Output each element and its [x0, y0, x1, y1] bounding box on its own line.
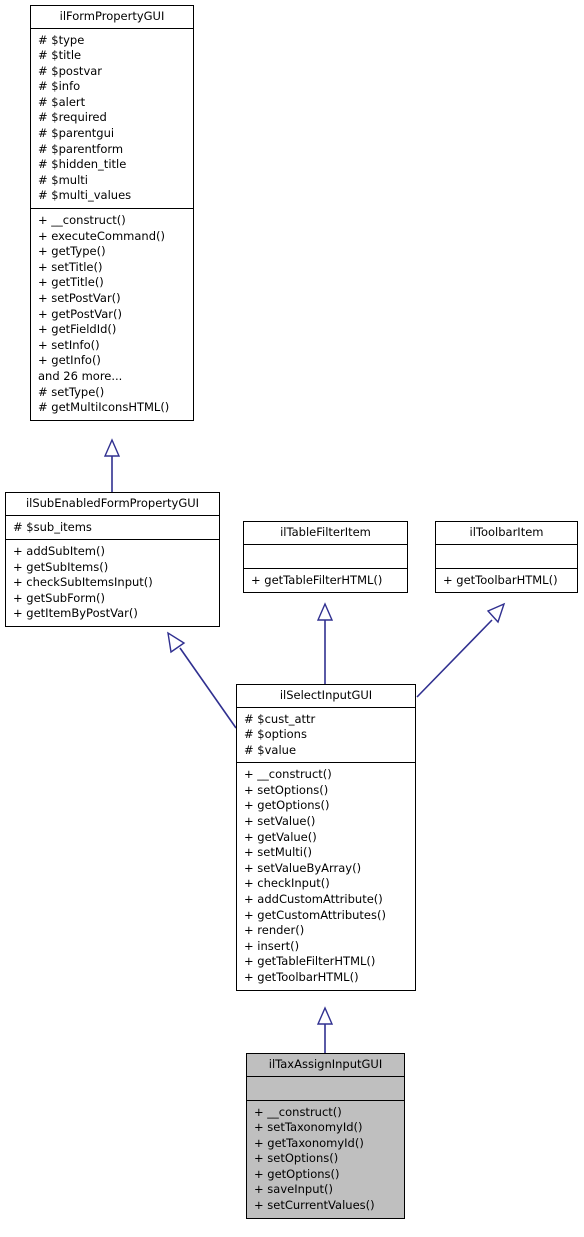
- method: + getValue(): [244, 829, 317, 844]
- class-title: ilTableFilterItem: [280, 525, 371, 539]
- methods-compartment: + __construct() + setOptions() + getOpti…: [237, 762, 415, 989]
- attribute: # $hidden_title: [38, 157, 127, 172]
- method: + setValue(): [244, 814, 316, 829]
- method: + getInfo(): [38, 353, 101, 368]
- attributes-compartment: [436, 543, 577, 568]
- class-box-ilformpropertygui[interactable]: ilFormPropertyGUI # $type # $title # $po…: [30, 5, 194, 421]
- attribute: # $value: [244, 742, 297, 757]
- methods-compartment: + __construct() + setTaxonomyId() + getT…: [247, 1099, 404, 1218]
- method: + setInfo(): [38, 337, 100, 352]
- attribute: # $parentgui: [38, 126, 115, 141]
- edge-selectinput-to-subenabled: [167, 631, 237, 729]
- attribute: # $multi_values: [38, 188, 132, 203]
- method: + addCustomAttribute(): [244, 892, 383, 907]
- method: + getItemByPostVar(): [13, 606, 138, 621]
- method: + getType(): [38, 244, 106, 259]
- method: + insert(): [244, 938, 300, 953]
- class-title: ilSubEnabledFormPropertyGUI: [25, 496, 200, 510]
- method: # getMultiIconsHTML(): [38, 400, 170, 415]
- class-box-ilsubenabledformpropertygui[interactable]: ilSubEnabledFormPropertyGUI # $sub_items…: [5, 492, 220, 628]
- class-title: ilFormPropertyGUI: [59, 9, 165, 23]
- methods-compartment: + addSubItem() + getSubItems() + checkSu…: [6, 539, 219, 626]
- attribute: # $cust_attr: [244, 711, 316, 726]
- edge-subenabled-to-formproperty: [103, 438, 121, 492]
- class-box-iltoolbaritem[interactable]: ilToolbarItem + getToolbarHTML(): [435, 521, 578, 594]
- attribute: # $sub_items: [13, 519, 92, 534]
- method: + checkInput(): [244, 876, 330, 891]
- class-box-ilselectinputgui[interactable]: ilSelectInputGUI # $cust_attr # $options…: [236, 684, 416, 991]
- uml-class-diagram: ilFormPropertyGUI # $type # $title # $po…: [0, 0, 584, 1237]
- method: + getTaxonomyId(): [254, 1135, 364, 1150]
- method: + setValueByArray(): [244, 860, 362, 875]
- method: + setOptions(): [244, 782, 329, 797]
- method: + setCurrentValues(): [254, 1198, 375, 1213]
- class-box-iltaxassigninputgui[interactable]: ilTaxAssignInputGUI + __construct() + se…: [246, 1053, 405, 1219]
- method: + getToolbarHTML(): [443, 572, 558, 587]
- class-box-iltablefilteritem[interactable]: ilTableFilterItem + getTableFilterHTML(): [243, 521, 408, 594]
- method: + executeCommand(): [38, 228, 165, 243]
- attribute: # $parentform: [38, 141, 124, 156]
- method: + __construct(): [254, 1104, 342, 1119]
- class-title: ilSelectInputGUI: [279, 688, 373, 702]
- methods-compartment: + getToolbarHTML(): [436, 567, 577, 593]
- attribute: # $alert: [38, 94, 86, 109]
- more-members-note: and 26 more...: [38, 368, 123, 383]
- method: + setPostVar(): [38, 291, 121, 305]
- attribute: # $options: [244, 727, 307, 742]
- attribute: # $required: [38, 110, 107, 125]
- method: + getTableFilterHTML(): [251, 572, 383, 587]
- method: + getPostVar(): [38, 306, 122, 321]
- method: + __construct(): [244, 767, 332, 782]
- method: + getSubForm(): [13, 590, 106, 605]
- method: + getTableFilterHTML(): [244, 954, 376, 969]
- method: + addSubItem(): [13, 544, 105, 559]
- method: + setOptions(): [254, 1151, 339, 1166]
- attribute: # $type: [38, 32, 85, 47]
- method: + render(): [244, 923, 305, 938]
- attribute: # $title: [38, 48, 82, 63]
- attributes-compartment: [244, 543, 407, 568]
- methods-compartment: + getTableFilterHTML(): [244, 567, 407, 593]
- method: + __construct(): [38, 213, 126, 228]
- attribute: # $multi: [38, 172, 88, 187]
- method: + getToolbarHTML(): [244, 970, 359, 984]
- attributes-compartment: [247, 1075, 404, 1100]
- class-title: ilToolbarItem: [469, 525, 544, 539]
- method: + getTitle(): [38, 275, 104, 290]
- attributes-compartment: # $type # $title # $postvar # $info # $a…: [31, 27, 193, 209]
- method: + checkSubItemsInput(): [13, 575, 153, 590]
- method: + getOptions(): [254, 1166, 340, 1181]
- method: + getCustomAttributes(): [244, 907, 386, 922]
- attributes-compartment: # $sub_items: [6, 514, 219, 540]
- method: + saveInput(): [254, 1182, 333, 1197]
- edge-selectinput-to-tablefilter: [316, 602, 334, 684]
- attribute: # $info: [38, 79, 81, 94]
- attribute: # $postvar: [38, 63, 103, 78]
- edge-selectinput-to-toolbaritem: [416, 602, 506, 698]
- method: + getFieldId(): [38, 322, 117, 337]
- method: + getSubItems(): [13, 559, 109, 574]
- method: + setTitle(): [38, 259, 103, 274]
- method: + setMulti(): [244, 845, 312, 860]
- methods-compartment: + __construct() + executeCommand() + get…: [31, 208, 193, 420]
- method: + getOptions(): [244, 798, 330, 813]
- method: + setTaxonomyId(): [254, 1120, 363, 1135]
- attributes-compartment: # $cust_attr # $options # $value: [237, 706, 415, 763]
- edge-taxassign-to-selectinput: [316, 1006, 334, 1053]
- method: # setType(): [38, 384, 105, 399]
- class-title: ilTaxAssignInputGUI: [268, 1057, 383, 1071]
